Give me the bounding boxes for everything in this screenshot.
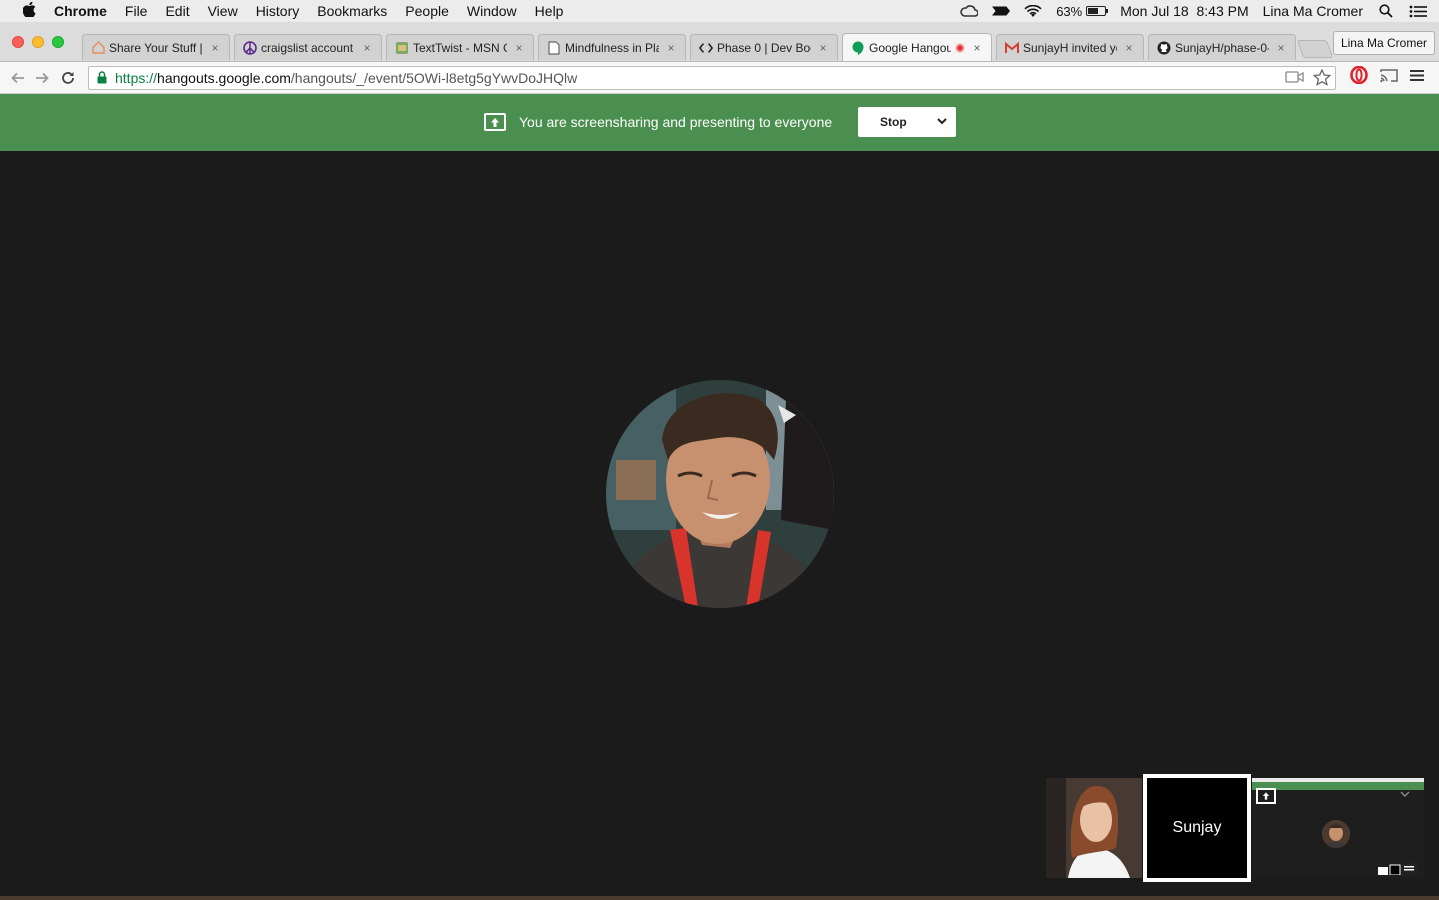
menubar-clock[interactable]: Mon Jul 18 8:43 PM bbox=[1120, 3, 1248, 19]
present-screen-icon bbox=[484, 113, 506, 131]
menu-help[interactable]: Help bbox=[535, 3, 564, 19]
browser-tab-strip: Share Your Stuff | × craigslist account … bbox=[0, 22, 1439, 62]
menu-view[interactable]: View bbox=[208, 3, 238, 19]
desktop-wallpaper-edge bbox=[0, 896, 1439, 900]
creative-cloud-icon[interactable] bbox=[960, 4, 979, 18]
present-screen-icon bbox=[1256, 788, 1276, 804]
notification-center-icon[interactable] bbox=[1409, 4, 1427, 18]
chevron-down-icon bbox=[1400, 790, 1410, 801]
tab-close-icon[interactable]: × bbox=[1123, 41, 1135, 55]
window-controls bbox=[12, 36, 64, 48]
participant-thumbnail-sunjay[interactable]: Sunjay bbox=[1143, 774, 1251, 882]
new-tab-button[interactable] bbox=[1296, 40, 1334, 58]
close-window-button[interactable] bbox=[12, 36, 24, 48]
document-icon bbox=[547, 40, 561, 55]
tab-close-icon[interactable]: × bbox=[209, 41, 221, 55]
menu-file[interactable]: File bbox=[125, 3, 148, 19]
active-speaker-avatar bbox=[606, 380, 834, 608]
tab-mindfulness[interactable]: Mindfulness in Pla × bbox=[538, 34, 686, 60]
screenshare-preview-thumbnail[interactable] bbox=[1252, 778, 1424, 878]
minimize-window-button[interactable] bbox=[32, 36, 44, 48]
menu-bookmarks[interactable]: Bookmarks bbox=[317, 3, 387, 19]
tab-label: SunjayH/phase-0- bbox=[1175, 40, 1269, 55]
tab-craigslist[interactable]: craigslist account × bbox=[234, 34, 382, 60]
preview-avatar bbox=[1322, 820, 1350, 848]
extension-area bbox=[1350, 65, 1424, 89]
tab-label: Mindfulness in Pla bbox=[565, 40, 659, 55]
github-icon bbox=[1157, 41, 1171, 55]
back-button[interactable] bbox=[6, 66, 30, 90]
preview-toolbar bbox=[1252, 778, 1424, 782]
spotlight-search-icon[interactable] bbox=[1377, 4, 1395, 18]
url-scheme: https:// bbox=[115, 69, 158, 86]
menu-app-name[interactable]: Chrome bbox=[54, 3, 107, 19]
apple-icon[interactable] bbox=[18, 1, 40, 21]
recording-indicator-icon bbox=[955, 42, 965, 53]
stop-screenshare-button[interactable]: Stop bbox=[858, 107, 956, 137]
stop-button-label: Stop bbox=[880, 115, 907, 129]
profile-button[interactable]: Lina Ma Cromer bbox=[1332, 31, 1435, 55]
screenshare-banner: You are screensharing and presenting to … bbox=[0, 94, 1439, 151]
menu-edit[interactable]: Edit bbox=[165, 3, 189, 19]
tab-label: Share Your Stuff | bbox=[109, 40, 203, 55]
battery-tip bbox=[1106, 9, 1109, 13]
tab-texttwist[interactable]: TextTwist - MSN G × bbox=[386, 34, 534, 60]
house-icon bbox=[91, 41, 105, 55]
tab-label: SunjayH invited yo bbox=[1023, 40, 1117, 55]
tab-close-icon[interactable]: × bbox=[665, 41, 677, 55]
tab-close-icon[interactable]: × bbox=[513, 41, 525, 55]
tab-close-icon[interactable]: × bbox=[361, 41, 373, 55]
url-path: /hangouts/_/event/5OWi-l8etg5gYwvDoJHQlw bbox=[290, 69, 578, 86]
battery-indicator[interactable]: 63% bbox=[1056, 3, 1109, 19]
menubar-user[interactable]: Lina Ma Cromer bbox=[1263, 3, 1363, 19]
hangouts-icon bbox=[851, 41, 865, 55]
gmail-icon bbox=[1005, 41, 1019, 55]
tab-share-your-stuff[interactable]: Share Your Stuff | × bbox=[82, 34, 230, 60]
code-icon bbox=[699, 41, 713, 55]
tab-label: Phase 0 | Dev Boo bbox=[717, 40, 811, 55]
battery-icon bbox=[1086, 6, 1109, 16]
tab-label: craigslist account bbox=[261, 40, 354, 55]
tab-close-icon[interactable]: × bbox=[1275, 41, 1287, 55]
bookmark-star-icon[interactable] bbox=[1312, 67, 1332, 89]
opera-extension-icon[interactable] bbox=[1350, 65, 1368, 89]
tab-google-hangouts[interactable]: Google Hangou × bbox=[842, 33, 992, 61]
wifi-icon[interactable] bbox=[1024, 4, 1042, 18]
peace-icon bbox=[243, 40, 257, 55]
participant-name: Sunjay bbox=[1172, 819, 1222, 836]
zoom-window-button[interactable] bbox=[52, 36, 64, 48]
chevron-down-icon[interactable] bbox=[936, 115, 948, 130]
bird-app-icon[interactable] bbox=[992, 4, 1011, 18]
tab-gmail-invite[interactable]: SunjayH invited yo × bbox=[996, 34, 1144, 60]
tab-label: TextTwist - MSN G bbox=[413, 40, 507, 55]
participant-thumbnail-self[interactable] bbox=[1046, 778, 1142, 878]
menu-people[interactable]: People bbox=[405, 3, 449, 19]
forward-button[interactable] bbox=[30, 66, 54, 90]
cast-icon[interactable] bbox=[1380, 68, 1398, 88]
browser-toolbar: https:// hangouts.google.com /hangouts/_… bbox=[0, 62, 1439, 94]
tab-close-icon[interactable]: × bbox=[971, 41, 983, 55]
camera-permission-icon[interactable] bbox=[1285, 70, 1305, 87]
reload-button[interactable] bbox=[56, 66, 80, 90]
battery-percent: 63% bbox=[1056, 3, 1083, 19]
battery-fill bbox=[1088, 8, 1099, 14]
tab-label: Google Hangou bbox=[869, 40, 951, 55]
secure-lock-icon[interactable] bbox=[93, 71, 111, 84]
tab-close-icon[interactable]: × bbox=[817, 41, 829, 55]
screenshare-status-text: You are screensharing and presenting to … bbox=[519, 114, 833, 130]
menubar-status-area: 63% Mon Jul 18 8:43 PM Lina Ma Cromer bbox=[960, 0, 1427, 22]
address-bar[interactable]: https:// hangouts.google.com /hangouts/_… bbox=[88, 65, 1336, 90]
game-icon bbox=[395, 41, 409, 55]
chrome-menu-icon[interactable] bbox=[1410, 69, 1424, 87]
tab-github-phase0[interactable]: SunjayH/phase-0- × bbox=[1148, 34, 1296, 60]
macos-menu-bar: Chrome File Edit View History Bookmarks … bbox=[0, 0, 1439, 22]
url-host: hangouts.google.com bbox=[157, 69, 291, 86]
tab-phase0-dev-bootcamp[interactable]: Phase 0 | Dev Boo × bbox=[690, 34, 838, 60]
menu-window[interactable]: Window bbox=[467, 3, 517, 19]
preview-filmstrip bbox=[1378, 862, 1418, 876]
address-bar-actions bbox=[1285, 67, 1332, 89]
menu-history[interactable]: History bbox=[256, 3, 300, 19]
